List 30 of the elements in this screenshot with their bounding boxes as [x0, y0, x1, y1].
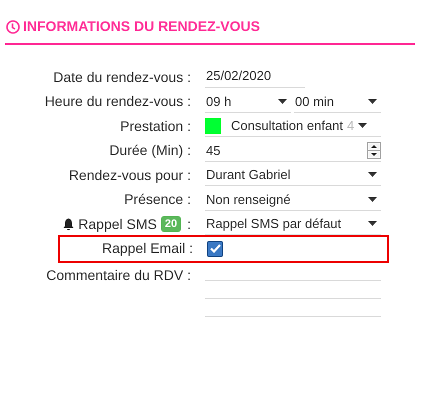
section-title: INFORMATIONS DU RENDEZ-VOUS — [23, 17, 260, 36]
caret-icon — [368, 221, 377, 226]
caret-icon — [368, 98, 377, 104]
dropdown-select[interactable]: Rappel SMS par défaut — [205, 213, 381, 236]
minute-select[interactable]: 00 min — [294, 90, 381, 113]
checkbox[interactable] — [207, 240, 223, 256]
count-badge: 20 — [160, 216, 182, 232]
field-label: Présence : — [123, 190, 192, 210]
field-label: Commentaire du RDV : — [45, 266, 192, 284]
spinner-icon[interactable] — [367, 142, 381, 159]
field-label: Prestation : — [119, 116, 192, 136]
field-label: Rappel Email : — [100, 239, 194, 258]
field-label: Rendez-vous pour : — [68, 166, 192, 185]
caret-icon — [368, 172, 377, 178]
clock-icon — [6, 20, 20, 34]
hour-select[interactable]: 09 h — [205, 90, 291, 113]
field-label: Rappel SMS — [78, 214, 157, 234]
colon-text: : — [187, 214, 191, 234]
caret-icon — [278, 98, 287, 104]
bell-icon — [63, 218, 74, 231]
field-label: Durée (Min) : — [108, 141, 192, 160]
field-label: Date du rendez-vous : — [52, 68, 192, 87]
caret-icon — [368, 196, 377, 202]
date-field[interactable]: 25/02/2020 — [205, 66, 305, 88]
caret-icon — [358, 123, 368, 128]
dropdown-select[interactable]: Non renseigné — [205, 188, 381, 211]
field-label: Heure du rendez-vous : — [44, 92, 192, 112]
dropdown-select[interactable]: Durant Gabriel — [205, 164, 381, 186]
service-select[interactable]: Consultation enfant 4 — [205, 115, 381, 138]
duration-field[interactable]: 45 — [205, 140, 381, 162]
